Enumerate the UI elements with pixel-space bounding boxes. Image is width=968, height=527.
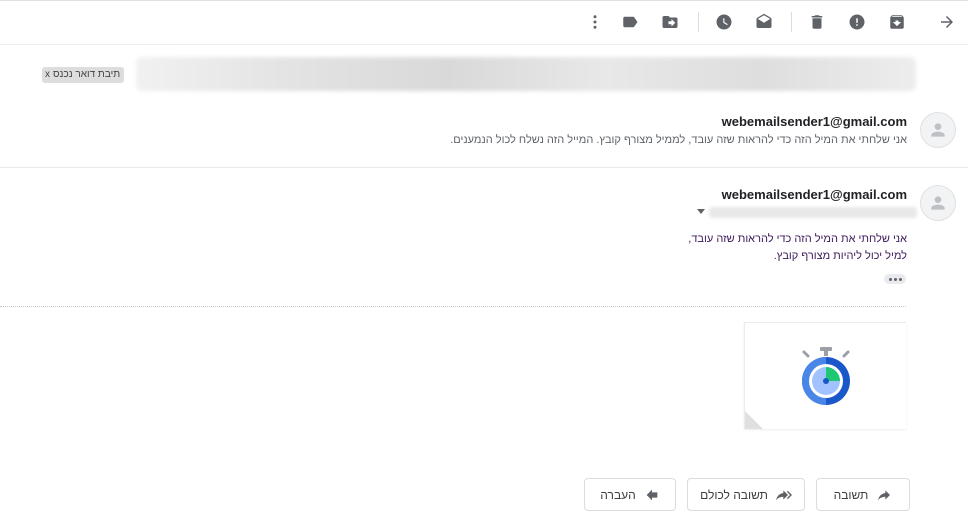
back-arrow-icon[interactable] xyxy=(936,11,958,33)
toolbar xyxy=(0,0,968,45)
forward-button[interactable]: העברה xyxy=(584,478,676,511)
attachments-divider xyxy=(0,306,906,307)
person-icon xyxy=(931,196,945,210)
message-body-line: אני שלחתי את המיל הזה כדי להראות שזה עוב… xyxy=(688,233,907,245)
attachment-card[interactable] xyxy=(744,322,906,429)
more-icon[interactable] xyxy=(584,11,606,33)
report-spam-icon[interactable] xyxy=(846,11,868,33)
show-details-icon[interactable] xyxy=(697,209,705,214)
delete-icon[interactable] xyxy=(806,11,828,33)
remove-label-icon[interactable]: x xyxy=(45,67,50,83)
dot xyxy=(888,277,892,281)
forward-label: העברה xyxy=(600,487,636,502)
sender-name[interactable]: webemailsender1@gmail.com xyxy=(722,187,907,202)
toolbar-separator xyxy=(791,12,792,32)
recipients-redacted xyxy=(709,207,917,218)
message-snippet[interactable]: אני שלחתי את המיל הזה כדי להראות שזה עוב… xyxy=(450,134,907,146)
labels-icon[interactable] xyxy=(619,11,641,33)
reply-label: תשובה xyxy=(833,487,869,502)
sender-name[interactable]: webemailsender1@gmail.com xyxy=(722,114,907,129)
subject-redacted xyxy=(136,57,916,91)
reply-all-icon xyxy=(775,489,792,500)
archive-icon[interactable] xyxy=(886,11,908,33)
move-to-icon[interactable] xyxy=(659,11,681,33)
label-chip-text: תיבת דואר נכנס xyxy=(53,69,121,80)
dot xyxy=(893,277,897,281)
person-icon xyxy=(931,123,945,137)
avatar xyxy=(920,112,956,148)
forward-arrow-icon xyxy=(646,489,658,500)
message-body-line: למיל יכול ליהיות מצורף קובץ. xyxy=(773,250,907,262)
message-body: אני שלחתי את המיל הזה כדי להראות שזה עוב… xyxy=(688,231,907,265)
mark-unread-icon[interactable] xyxy=(753,11,775,33)
dot xyxy=(898,277,902,281)
page-fold xyxy=(745,411,763,429)
toolbar-separator xyxy=(698,12,699,32)
reply-button[interactable]: תשובה xyxy=(816,478,910,511)
reply-arrow-icon xyxy=(878,489,891,500)
stopwatch-icon xyxy=(802,347,850,405)
message-divider xyxy=(0,167,968,168)
reply-all-label: תשובה לכולם xyxy=(700,487,768,502)
avatar xyxy=(920,185,956,221)
snooze-icon[interactable] xyxy=(713,11,735,33)
show-trimmed-content-button[interactable] xyxy=(884,274,906,284)
reply-all-button[interactable]: תשובה לכולם xyxy=(687,478,805,511)
label-chip[interactable]: תיבת דואר נכנס x xyxy=(42,67,125,83)
